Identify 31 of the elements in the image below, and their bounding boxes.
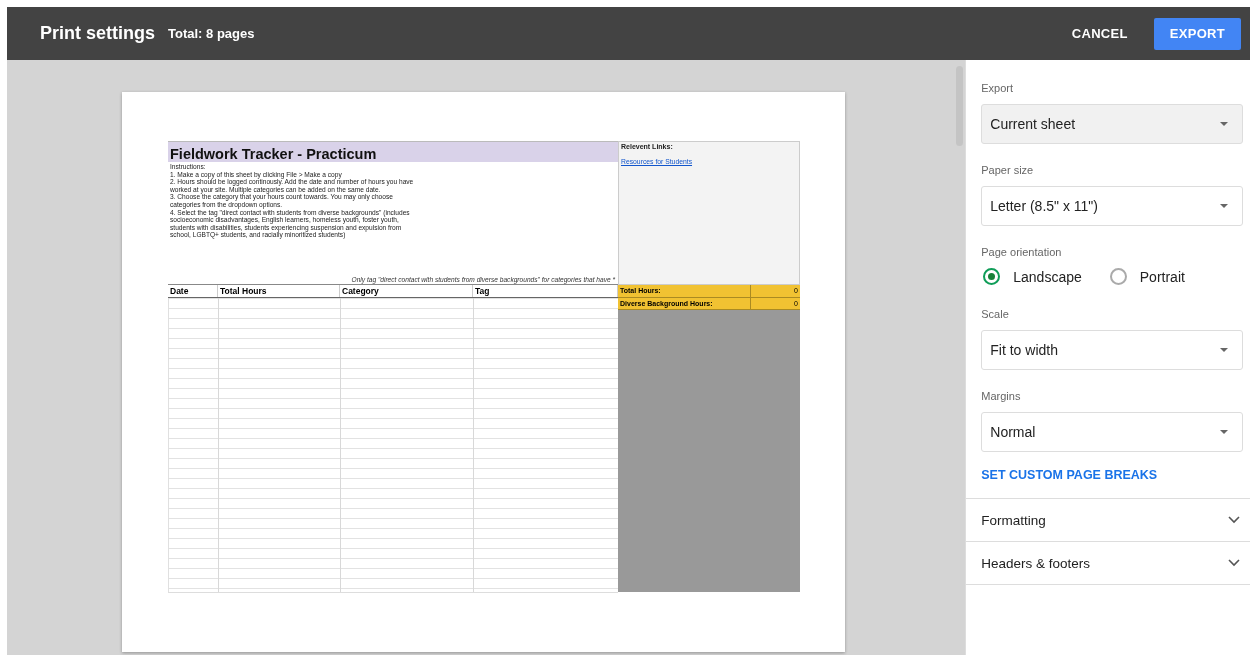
radio-button[interactable] bbox=[1109, 268, 1127, 285]
field-label: Page orientation bbox=[981, 246, 1063, 258]
chevron-icon bbox=[1228, 516, 1240, 524]
export-button[interactable]: EXPORT bbox=[1153, 17, 1241, 50]
caret-icon bbox=[1220, 430, 1228, 434]
column-header: Total Hours bbox=[218, 285, 340, 297]
radio-label: Landscape bbox=[1013, 268, 1082, 285]
column-header: Date bbox=[168, 285, 218, 297]
field-label: Export bbox=[981, 82, 1015, 94]
window-title: Print settings bbox=[40, 23, 155, 44]
page-count: Total: 8 pages bbox=[168, 26, 255, 41]
scrollbar-thumb[interactable] bbox=[956, 66, 964, 146]
dropdown[interactable]: Fit to width bbox=[981, 330, 1243, 370]
caret-icon bbox=[1220, 348, 1228, 352]
field-label: Margins bbox=[981, 390, 1022, 402]
sheet-title: Fieldwork Tracker - Practicum bbox=[168, 141, 618, 162]
dropdown[interactable]: Current sheet bbox=[981, 104, 1243, 144]
field-label: Scale bbox=[981, 308, 1010, 320]
caret-icon bbox=[1220, 204, 1228, 208]
section-header[interactable]: Headers & footers bbox=[966, 541, 1250, 585]
column-header: Category bbox=[340, 285, 473, 297]
section-header[interactable]: Formatting bbox=[966, 498, 1250, 541]
dropdown[interactable]: Normal bbox=[981, 412, 1243, 452]
dropdown[interactable]: Letter (8.5" x 11") bbox=[981, 186, 1243, 226]
cancel-button[interactable]: CANCEL bbox=[1055, 17, 1144, 50]
field-label: Paper size bbox=[981, 164, 1035, 176]
chevron-icon bbox=[1228, 559, 1240, 567]
page-breaks-link[interactable]: SET CUSTOM PAGE BREAKS bbox=[981, 468, 1158, 482]
radio-button[interactable] bbox=[983, 268, 1001, 285]
radio-label: Portrait bbox=[1139, 268, 1185, 285]
caret-icon bbox=[1220, 122, 1228, 126]
